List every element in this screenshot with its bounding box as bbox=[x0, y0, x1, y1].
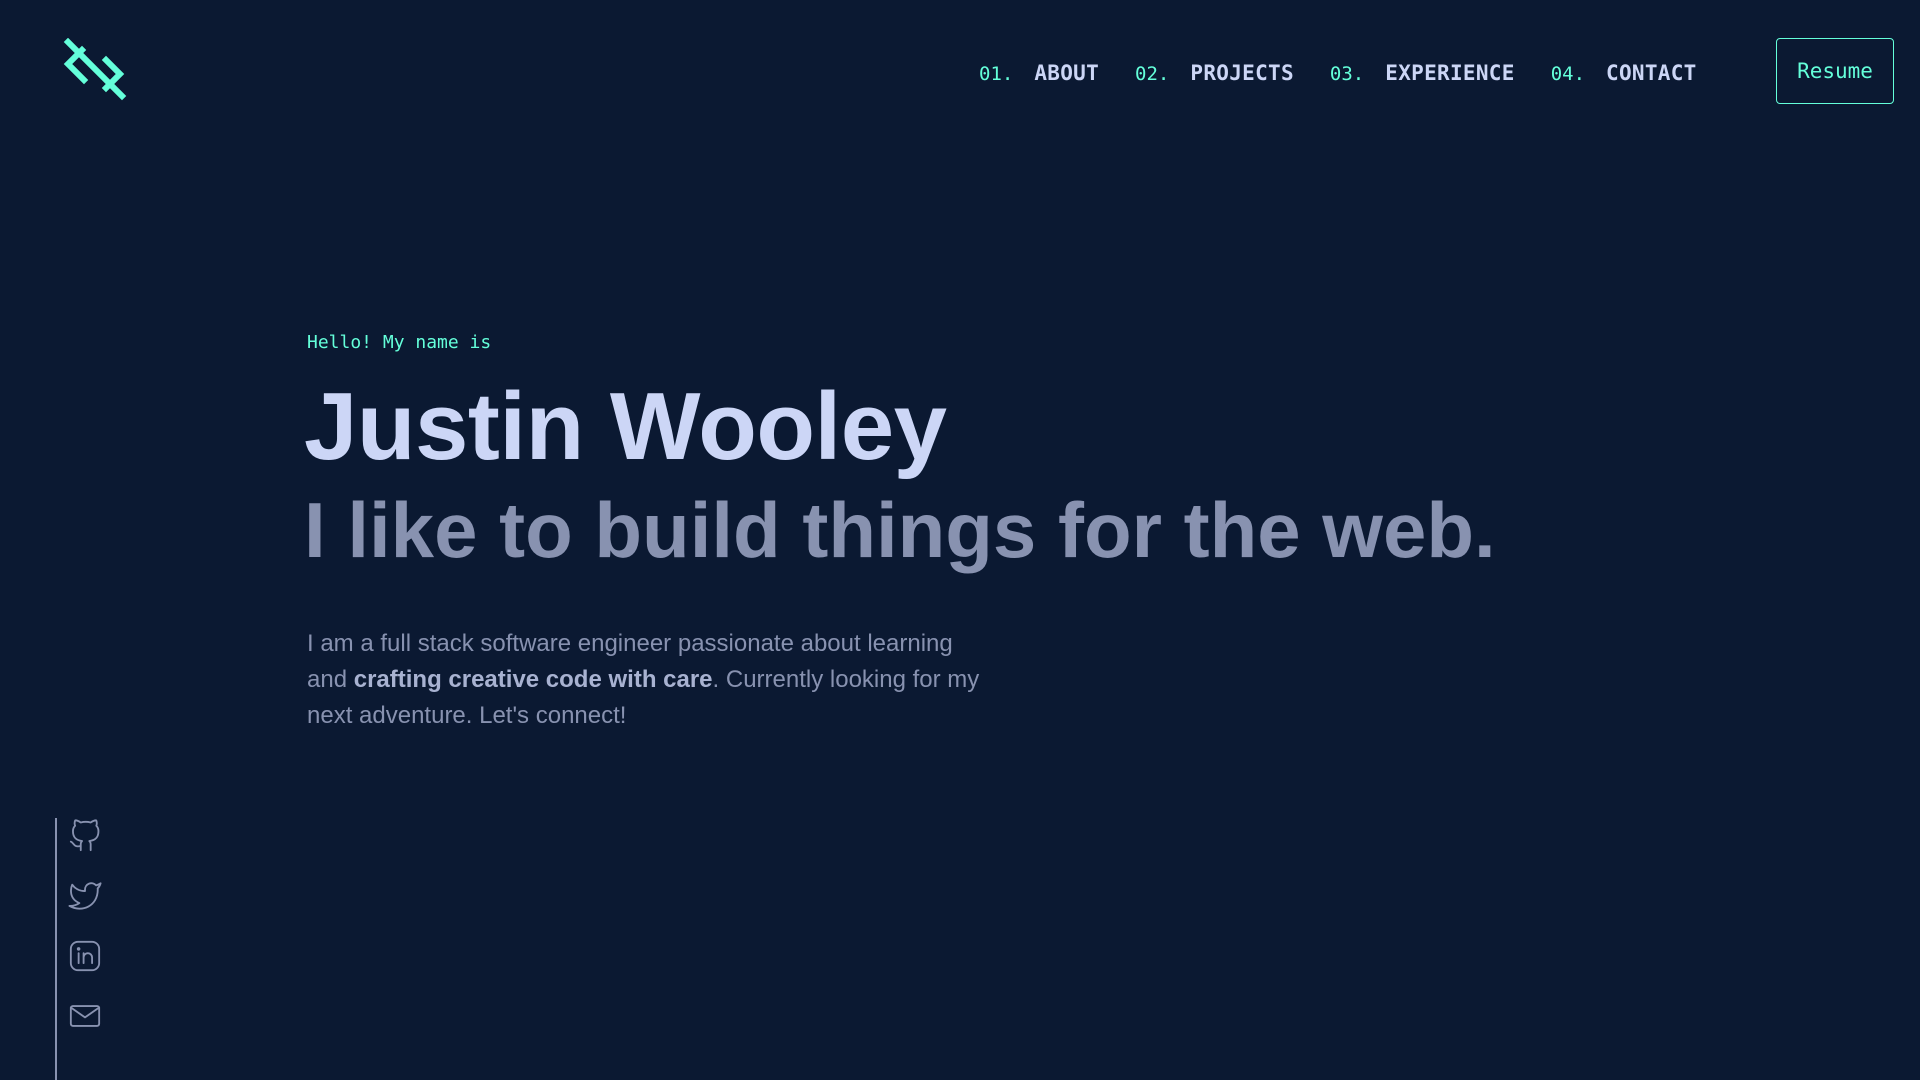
nav-item-label: ABOUT bbox=[1034, 61, 1100, 85]
nav-item-number: 02. bbox=[1135, 63, 1170, 85]
email-icon[interactable] bbox=[67, 998, 103, 1034]
nav-item-about[interactable]: 01. ABOUT bbox=[979, 61, 1099, 85]
hero-bio-emphasis: crafting creative code with care bbox=[353, 666, 713, 693]
nav-item-label: CONTACT bbox=[1606, 61, 1697, 85]
nav-item-projects[interactable]: 02. PROJECTS bbox=[1135, 61, 1294, 85]
hero-tagline: I like to build things for the web. bbox=[304, 486, 1496, 574]
github-icon[interactable] bbox=[67, 818, 103, 854]
twitter-icon[interactable] bbox=[67, 878, 103, 914]
nav-item-label: PROJECTS bbox=[1190, 61, 1294, 85]
nav-item-label: EXPERIENCE bbox=[1385, 61, 1515, 85]
resume-button[interactable]: Resume bbox=[1776, 38, 1894, 104]
hero-greeting: Hello! My name is bbox=[307, 332, 492, 353]
nav-item-experience[interactable]: 03. EXPERIENCE bbox=[1330, 61, 1515, 85]
hero-bio: I am a full stack software engineer pass… bbox=[307, 626, 987, 734]
logo-monogram-icon[interactable] bbox=[62, 38, 128, 102]
hero-name: Justin Wooley bbox=[304, 373, 947, 480]
nav-item-number: 04. bbox=[1550, 63, 1586, 85]
nav-item-number: 01. bbox=[979, 63, 1014, 85]
social-divider-line bbox=[55, 818, 57, 1080]
nav-item-number: 03. bbox=[1329, 63, 1365, 85]
social-sidebar bbox=[55, 818, 115, 1080]
linkedin-icon[interactable] bbox=[67, 938, 103, 974]
nav-item-contact[interactable]: 04. CONTACT bbox=[1551, 61, 1697, 85]
main-nav: 01. ABOUT 02. PROJECTS 03. EXPERIENCE 04… bbox=[979, 58, 1697, 88]
